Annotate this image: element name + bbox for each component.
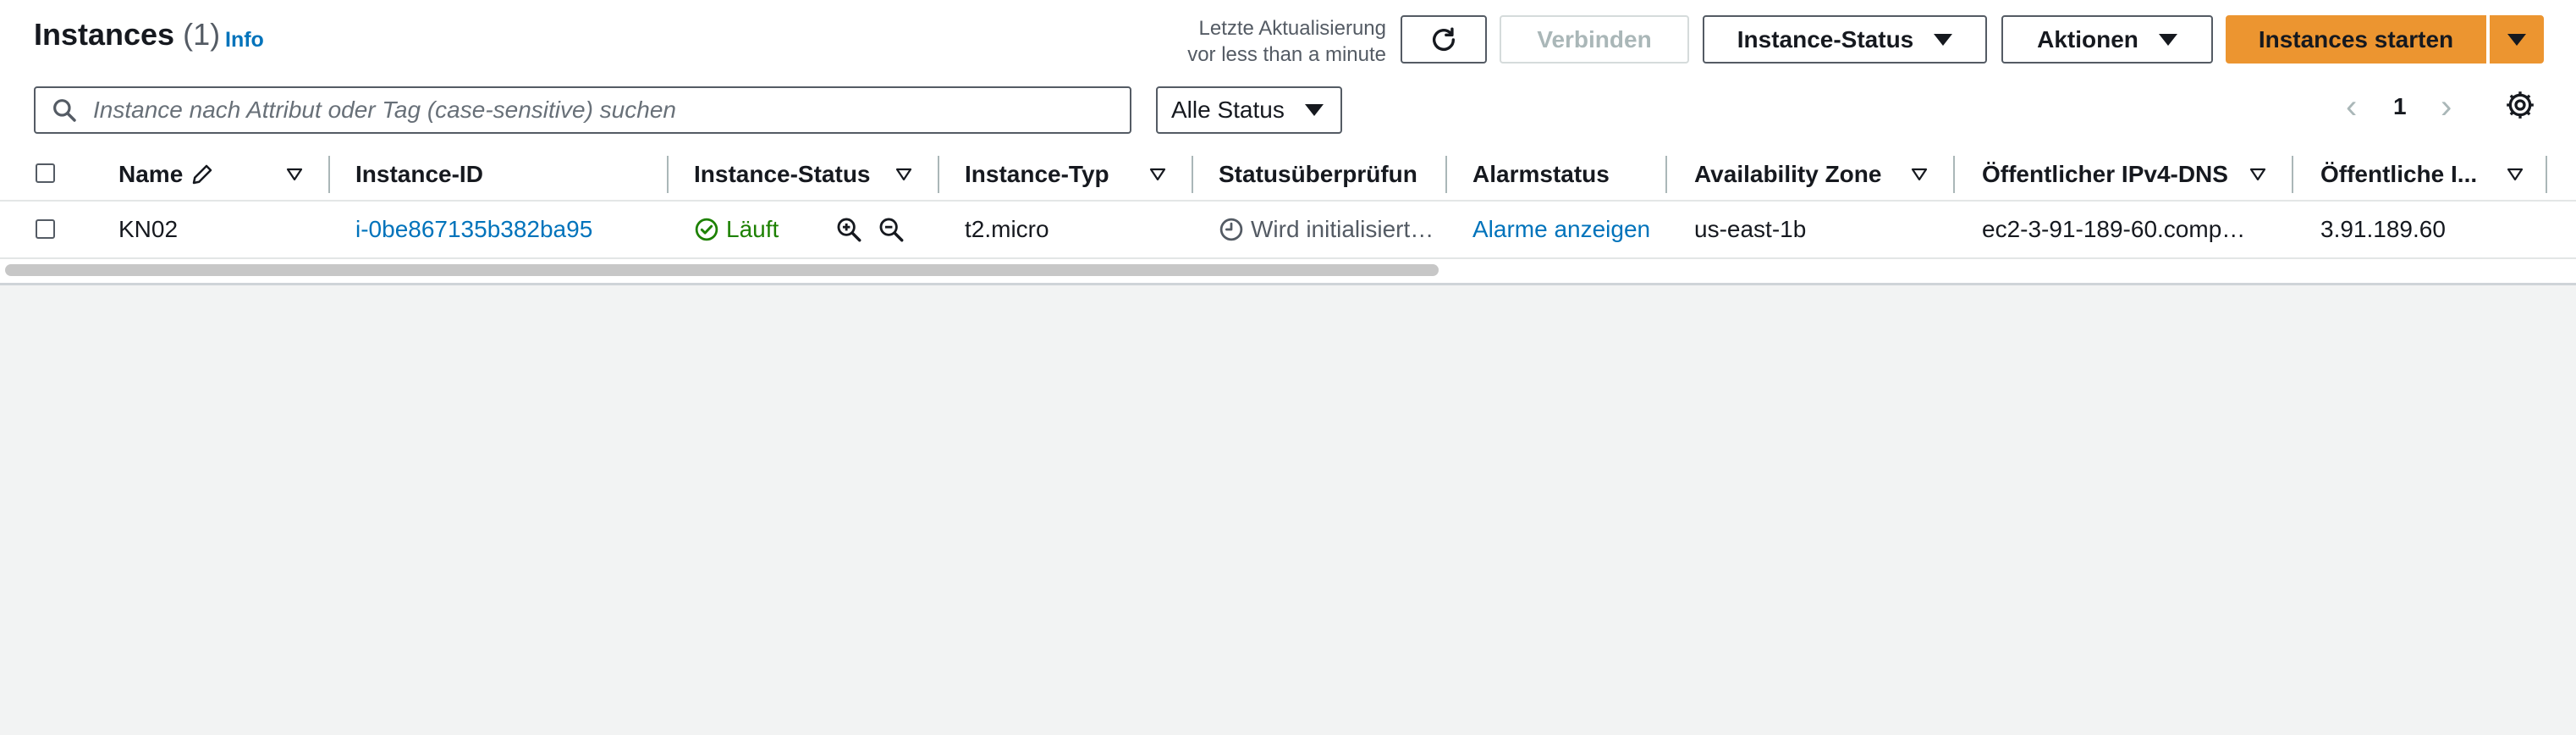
- column-instance-id-label: Instance-ID: [355, 161, 483, 187]
- status-filter-select[interactable]: Alle Status: [1156, 86, 1342, 134]
- column-divider[interactable]: [2546, 156, 2547, 193]
- column-divider[interactable]: [938, 156, 939, 193]
- column-divider[interactable]: [328, 156, 330, 193]
- previous-page-icon[interactable]: ‹: [2346, 90, 2357, 124]
- launch-instances-label: Instances starten: [2258, 25, 2454, 52]
- column-divider[interactable]: [1665, 156, 1667, 193]
- column-header-public-ip[interactable]: Öffentliche I...: [2320, 149, 2507, 200]
- instance-count: (1): [183, 17, 221, 52]
- status-filter-value: Alle Status: [1171, 97, 1285, 123]
- column-header-public-dns[interactable]: Öffentlicher IPv4-DNS: [1982, 149, 2244, 200]
- refresh-button[interactable]: [1401, 15, 1487, 64]
- caret-down-icon: [2158, 33, 2177, 46]
- caret-down-icon: [1934, 33, 1953, 46]
- pencil-icon: [193, 164, 212, 185]
- column-instance-type-label: Instance-Typ: [965, 161, 1109, 187]
- launch-instances-button[interactable]: Instances starten: [2226, 15, 2486, 64]
- column-header-availability-zone[interactable]: Availability Zone: [1694, 149, 1897, 200]
- view-alarms-link[interactable]: Alarme anzeigen: [1472, 202, 1664, 257]
- title-text: Instances: [34, 17, 175, 52]
- column-public-dns-label: Öffentlicher IPv4-DNS: [1982, 161, 2228, 187]
- cell-public-ip: 3.91.189.60: [2320, 216, 2446, 242]
- actions-button[interactable]: Aktionen: [2001, 15, 2213, 64]
- column-availability-zone-label: Availability Zone: [1694, 161, 1882, 187]
- current-page[interactable]: 1: [2393, 90, 2407, 124]
- sort-icon[interactable]: [894, 164, 914, 185]
- last-update-label: Letzte Aktualisierung: [1198, 17, 1386, 40]
- caret-down-icon: [1305, 104, 1324, 116]
- column-header-name[interactable]: Name: [118, 149, 288, 200]
- gear-icon[interactable]: [2503, 88, 2537, 122]
- clock-icon: [1219, 218, 1243, 241]
- caret-down-icon: [2507, 33, 2526, 46]
- last-update: Letzte Aktualisierung vor less than a mi…: [1187, 15, 1386, 68]
- column-header-status-check[interactable]: Statusüberprüfun: [1219, 149, 1418, 200]
- connect-button[interactable]: Verbinden: [1500, 15, 1689, 64]
- cell-availability-zone: us-east-1b: [1694, 216, 1807, 242]
- table-row[interactable]: KN02 i-0be867135b382ba95 Läuft t2.micro: [0, 202, 2576, 259]
- zoom-in-icon[interactable]: [834, 215, 863, 244]
- cell-instance-type: t2.micro: [965, 216, 1049, 242]
- column-divider[interactable]: [1192, 156, 1193, 193]
- search-bar: [34, 86, 1131, 134]
- sort-icon[interactable]: [1148, 164, 1168, 185]
- status-check-label: Wird initialisiert…: [1251, 216, 1434, 242]
- column-header-instance-state[interactable]: Instance-Status: [694, 149, 889, 200]
- column-public-ip-label: Öffentliche I...: [2320, 161, 2478, 187]
- cell-instance-state: Läuft: [694, 202, 821, 257]
- cell-status-check: Wird initialisiert…: [1219, 202, 1447, 257]
- column-status-check-label: Statusüberprüfun: [1219, 161, 1417, 187]
- last-update-time: vor less than a minute: [1187, 43, 1386, 66]
- instance-state-button[interactable]: Instance-Status: [1703, 15, 1987, 64]
- column-header-instance-id[interactable]: Instance-ID: [355, 149, 660, 200]
- column-instance-state-label: Instance-Status: [694, 161, 871, 187]
- check-circle-icon: [695, 218, 718, 241]
- horizontal-scrollbar[interactable]: [5, 264, 1439, 276]
- column-divider[interactable]: [2292, 156, 2293, 193]
- column-header-instance-type[interactable]: Instance-Typ: [965, 149, 1142, 200]
- sort-icon[interactable]: [1909, 164, 1929, 185]
- column-divider[interactable]: [1445, 156, 1447, 193]
- state-label: Läuft: [726, 216, 779, 242]
- instance-state-label: Instance-Status: [1737, 25, 1914, 52]
- info-link[interactable]: Info: [225, 28, 264, 52]
- next-page-icon[interactable]: ›: [2441, 90, 2452, 124]
- column-header-alarm-status[interactable]: Alarmstatus: [1472, 149, 1650, 200]
- page-title: Instances (1): [34, 17, 220, 52]
- sort-icon[interactable]: [2505, 164, 2525, 185]
- cell-public-dns: ec2-3-91-189-60.comp…: [1982, 216, 2246, 242]
- sort-icon[interactable]: [284, 164, 305, 185]
- instance-id-link[interactable]: i-0be867135b382ba95: [355, 202, 660, 257]
- cell-name: KN02: [118, 216, 179, 242]
- table-header: Name Instance-ID Instance-Status Instanc…: [0, 149, 2576, 202]
- connect-label: Verbinden: [1537, 25, 1652, 52]
- search-input[interactable]: [91, 96, 1110, 124]
- column-divider[interactable]: [1953, 156, 1955, 193]
- zoom-out-icon[interactable]: [877, 215, 905, 244]
- instances-panel: Instances (1) Info Letzte Aktualisierung…: [0, 0, 2576, 285]
- column-name-label: Name: [118, 161, 184, 187]
- refresh-icon: [1432, 27, 1456, 51]
- column-alarm-status-label: Alarmstatus: [1472, 161, 1610, 187]
- sort-icon[interactable]: [2248, 164, 2268, 185]
- select-all-checkbox[interactable]: [36, 163, 55, 183]
- search-icon: [53, 99, 76, 122]
- actions-label: Aktionen: [2037, 25, 2138, 52]
- column-divider[interactable]: [667, 156, 669, 193]
- launch-options-button[interactable]: [2490, 15, 2544, 64]
- row-checkbox[interactable]: [36, 219, 55, 239]
